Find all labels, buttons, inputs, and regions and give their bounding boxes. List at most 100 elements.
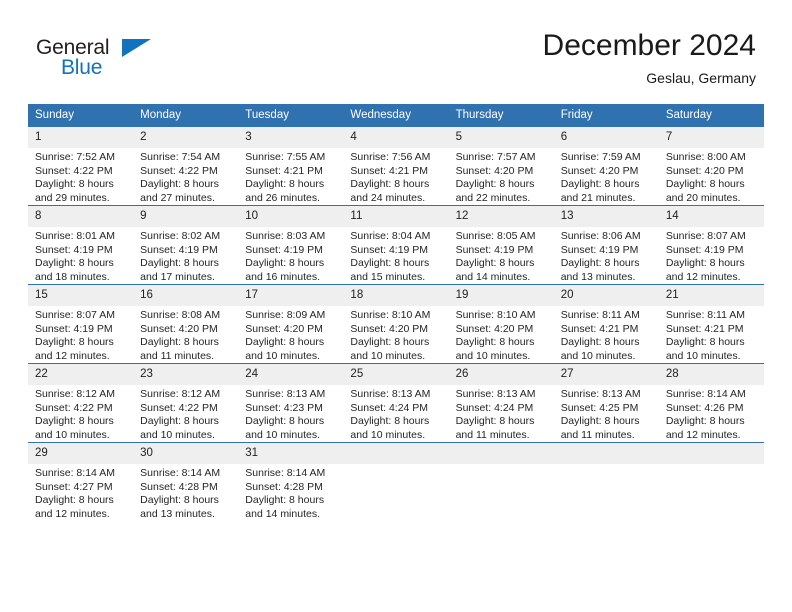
calendar-day-cell[interactable]: 14 Sunrise: 8:07 AM Sunset: 4:19 PM Dayligh… [658,205,764,285]
daylight-text-line1: Daylight: 8 hours [560,178,640,190]
day-number: 9 [133,206,239,227]
daylight-text-line2: and 15 minutes. [350,270,426,283]
day-cell-inner [448,443,554,521]
daylight-text-line2: and 13 minutes. [560,270,636,283]
weekday-header-monday: Monday [133,104,239,127]
sunset-text: Sunset: 4:19 PM [350,243,429,256]
day-number: 20 [553,285,659,306]
sunset-text: Sunset: 4:22 PM [140,164,218,177]
day-info: Sunrise: 8:03 AM Sunset: 4:19 PM Daylight:… [238,227,343,284]
daylight-text-line2: and 24 minutes. [350,191,426,204]
calendar-day-cell[interactable]: 12 Sunrise: 8:05 AM Sunset: 4:19 PM Dayligh… [448,205,554,285]
daylight-text-line2: and 10 minutes. [665,349,741,362]
day-info: Sunrise: 7:59 AM Sunset: 4:20 PM Daylight:… [554,148,659,205]
daylight-text-line2: and 18 minutes. [35,270,110,283]
day-info: Sunrise: 8:12 AM Sunset: 4:22 PM Daylight:… [28,385,133,442]
calendar-day-cell[interactable]: 8 Sunrise: 8:01 AM Sunset: 4:19 PM Daylight… [28,205,134,285]
calendar-day-cell[interactable]: 3 Sunrise: 7:55 AM Sunset: 4:21 PM Daylight… [238,126,344,206]
calendar-day-cell[interactable]: 1 Sunrise: 7:52 AM Sunset: 4:22 PM Daylight… [28,126,134,206]
calendar-day-cell[interactable] [448,442,554,521]
daylight-text-line2: and 11 minutes. [560,428,635,441]
day-number: 19 [448,285,554,306]
sunset-text: Sunset: 4:20 PM [665,164,744,177]
calendar-day-cell[interactable]: 31 Sunrise: 8:14 AM Sunset: 4:28 PM Dayligh… [238,442,344,521]
sunrise-text: Sunrise: 7:56 AM [350,151,431,163]
daylight-text-line2: and 14 minutes. [245,507,320,520]
calendar-day-cell[interactable]: 7 Sunrise: 8:00 AM Sunset: 4:20 PM Daylight… [658,126,764,206]
day-cell-inner: 13 Sunrise: 8:06 AM Sunset: 4:19 PM Dayligh… [553,206,659,284]
sunset-text: Sunset: 4:20 PM [560,164,639,177]
calendar-day-cell[interactable]: 4 Sunrise: 7:56 AM Sunset: 4:21 PM Daylight… [343,126,449,206]
day-info: Sunrise: 8:07 AM Sunset: 4:19 PM Daylight:… [659,227,764,284]
calendar-day-cell[interactable] [343,442,449,521]
day-cell-inner: 21 Sunrise: 8:11 AM Sunset: 4:21 PM Dayligh… [658,285,764,363]
calendar-day-cell[interactable] [553,442,659,521]
calendar-table: Sunday Monday Tuesday Wednesday Thursday Frid… [28,104,764,521]
calendar-week-row: 15 Sunrise: 8:07 AM Sunset: 4:19 PM Dayligh… [28,284,764,364]
calendar-day-cell[interactable]: 21 Sunrise: 8:11 AM Sunset: 4:21 PM Dayligh… [658,284,764,364]
daylight-text-line1: Daylight: 8 hours [140,494,219,506]
sunrise-text: Sunrise: 8:12 AM [35,388,115,400]
page-subtitle: Geslau, Germany [646,70,756,86]
day-cell-inner: 9 Sunrise: 8:02 AM Sunset: 4:19 PM Daylight… [133,206,239,284]
calendar-day-cell[interactable]: 18 Sunrise: 8:10 AM Sunset: 4:20 PM Dayligh… [343,284,449,364]
day-cell-inner: 25 Sunrise: 8:13 AM Sunset: 4:24 PM Dayligh… [343,364,449,442]
weekday-header-thursday: Thursday [448,104,554,127]
day-info: Sunrise: 8:12 AM Sunset: 4:22 PM Daylight:… [133,385,238,442]
calendar-day-cell[interactable]: 28 Sunrise: 8:14 AM Sunset: 4:26 PM Dayligh… [658,363,764,443]
sunrise-text: Sunrise: 7:59 AM [560,151,641,163]
day-info: Sunrise: 8:14 AM Sunset: 4:26 PM Daylight:… [659,385,764,442]
day-info: Sunrise: 7:57 AM Sunset: 4:20 PM Daylight:… [449,148,554,205]
calendar-day-cell[interactable]: 29 Sunrise: 8:14 AM Sunset: 4:27 PM Dayligh… [28,442,134,521]
sunrise-text: Sunrise: 8:11 AM [560,309,640,321]
daylight-text-line2: and 10 minutes. [140,428,215,441]
day-cell-inner: 20 Sunrise: 8:11 AM Sunset: 4:21 PM Dayligh… [553,285,659,363]
page-title: December 2024 [542,29,756,62]
sunrise-text: Sunrise: 8:08 AM [140,309,221,321]
sunrise-text: Sunrise: 8:02 AM [140,230,221,242]
day-number: 23 [133,364,239,385]
calendar-day-cell[interactable]: 17 Sunrise: 8:09 AM Sunset: 4:20 PM Dayligh… [238,284,344,364]
daylight-text-line1: Daylight: 8 hours [560,415,640,427]
day-cell-inner: 15 Sunrise: 8:07 AM Sunset: 4:19 PM Dayligh… [28,285,134,363]
calendar-day-cell[interactable]: 6 Sunrise: 7:59 AM Sunset: 4:20 PM Daylight… [553,126,659,206]
calendar-day-cell[interactable]: 15 Sunrise: 8:07 AM Sunset: 4:19 PM Dayligh… [28,284,134,364]
day-cell-inner: 19 Sunrise: 8:10 AM Sunset: 4:20 PM Dayligh… [448,285,554,363]
calendar-day-cell[interactable]: 27 Sunrise: 8:13 AM Sunset: 4:25 PM Dayligh… [553,363,659,443]
calendar-day-cell[interactable]: 9 Sunrise: 8:02 AM Sunset: 4:19 PM Daylight… [133,205,239,285]
calendar-day-cell[interactable]: 11 Sunrise: 8:04 AM Sunset: 4:19 PM Dayligh… [343,205,449,285]
day-number [448,443,554,464]
calendar-day-cell[interactable]: 20 Sunrise: 8:11 AM Sunset: 4:21 PM Dayligh… [553,284,659,364]
calendar-day-cell[interactable]: 13 Sunrise: 8:06 AM Sunset: 4:19 PM Dayligh… [553,205,659,285]
calendar-day-cell[interactable]: 2 Sunrise: 7:54 AM Sunset: 4:22 PM Daylight… [133,126,239,206]
day-cell-inner: 29 Sunrise: 8:14 AM Sunset: 4:27 PM Dayligh… [28,443,134,521]
calendar-day-cell[interactable]: 26 Sunrise: 8:13 AM Sunset: 4:24 PM Dayligh… [448,363,554,443]
calendar-day-cell[interactable]: 22 Sunrise: 8:12 AM Sunset: 4:22 PM Dayligh… [28,363,134,443]
day-cell-inner: 6 Sunrise: 7:59 AM Sunset: 4:20 PM Daylight… [553,127,659,205]
day-number: 22 [28,364,134,385]
day-number: 11 [343,206,449,227]
daylight-text-line1: Daylight: 8 hours [455,415,535,427]
page-header: General Blue December 2024 Geslau, Germa… [0,0,792,104]
calendar-day-cell[interactable]: 30 Sunrise: 8:14 AM Sunset: 4:28 PM Dayligh… [133,442,239,521]
daylight-text-line1: Daylight: 8 hours [245,257,325,269]
calendar-day-cell[interactable]: 25 Sunrise: 8:13 AM Sunset: 4:24 PM Dayligh… [343,363,449,443]
calendar-day-cell[interactable] [658,442,764,521]
calendar-day-cell[interactable]: 23 Sunrise: 8:12 AM Sunset: 4:22 PM Dayligh… [133,363,239,443]
sunset-text: Sunset: 4:24 PM [350,401,429,414]
general-blue-logo[interactable]: General Blue [36,36,166,86]
sunset-text: Sunset: 4:26 PM [665,401,744,414]
calendar-day-cell[interactable]: 16 Sunrise: 8:08 AM Sunset: 4:20 PM Dayligh… [133,284,239,364]
day-number: 15 [28,285,134,306]
day-info: Sunrise: 8:04 AM Sunset: 4:19 PM Daylight:… [343,227,448,284]
sunrise-text: Sunrise: 8:13 AM [455,388,536,400]
day-number [343,443,449,464]
daylight-text-line2: and 12 minutes. [35,349,110,362]
sunset-text: Sunset: 4:23 PM [245,401,323,414]
calendar-day-cell[interactable]: 10 Sunrise: 8:03 AM Sunset: 4:19 PM Dayligh… [238,205,344,285]
calendar-day-cell[interactable]: 19 Sunrise: 8:10 AM Sunset: 4:20 PM Dayligh… [448,284,554,364]
calendar-day-cell[interactable]: 24 Sunrise: 8:13 AM Sunset: 4:23 PM Dayligh… [238,363,344,443]
sunset-text: Sunset: 4:22 PM [35,401,113,414]
sunset-text: Sunset: 4:21 PM [665,322,744,335]
calendar-day-cell[interactable]: 5 Sunrise: 7:57 AM Sunset: 4:20 PM Daylight… [448,126,554,206]
